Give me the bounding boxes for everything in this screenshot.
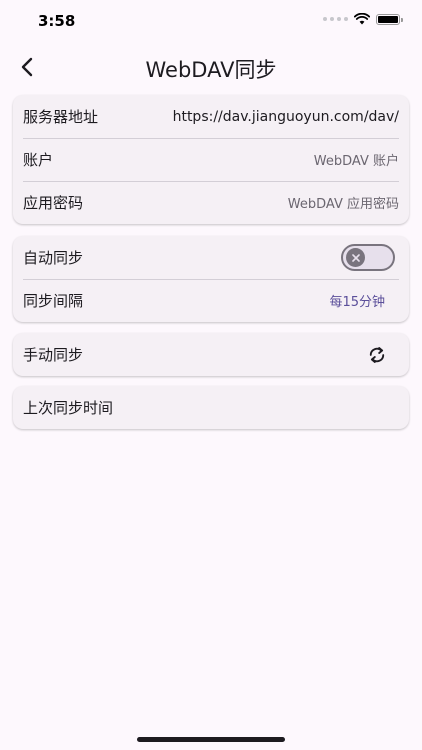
account-label: 账户 xyxy=(23,151,54,169)
server-address-row[interactable]: 服务器地址 https://dav.jianguoyun.com/dav/ xyxy=(13,95,409,138)
close-icon xyxy=(351,253,360,262)
server-address-input[interactable]: https://dav.jianguoyun.com/dav/ xyxy=(173,109,399,125)
app-password-label: 应用密码 xyxy=(23,194,84,212)
status-bar: 3:58 xyxy=(0,0,422,44)
app-password-input[interactable]: WebDAV 应用密码 xyxy=(288,193,399,212)
wifi-icon xyxy=(354,13,370,25)
account-row[interactable]: 账户 WebDAV 账户 xyxy=(13,138,409,181)
auto-sync-label: 自动同步 xyxy=(23,249,84,267)
app-bar: WebDAV同步 xyxy=(0,44,422,90)
sync-interval-label: 同步间隔 xyxy=(23,292,84,310)
sync-interval-value[interactable]: 每15分钟 xyxy=(329,291,385,310)
auto-sync-row[interactable]: 自动同步 xyxy=(13,236,409,279)
signal-icon xyxy=(323,17,348,21)
auto-sync-card: 自动同步 同步间隔 每15分钟 xyxy=(13,236,409,322)
last-sync-card: 上次同步时间 xyxy=(13,386,409,429)
home-indicator xyxy=(137,737,285,742)
manual-sync-card: 手动同步 xyxy=(13,333,409,376)
server-settings-card: 服务器地址 https://dav.jianguoyun.com/dav/ 账户… xyxy=(13,95,409,224)
app-password-row[interactable]: 应用密码 WebDAV 应用密码 xyxy=(13,181,409,224)
sync-button[interactable] xyxy=(365,343,389,367)
last-sync-row: 上次同步时间 xyxy=(13,386,409,429)
account-input[interactable]: WebDAV 账户 xyxy=(314,150,399,169)
battery-icon xyxy=(376,13,403,25)
status-time: 3:58 xyxy=(38,12,76,30)
server-address-label: 服务器地址 xyxy=(23,108,99,126)
manual-sync-row[interactable]: 手动同步 xyxy=(13,333,409,376)
page-title: WebDAV同步 xyxy=(145,58,277,82)
status-icons xyxy=(323,13,403,25)
sync-interval-row[interactable]: 同步间隔 每15分钟 xyxy=(13,279,409,322)
last-sync-label: 上次同步时间 xyxy=(23,399,114,417)
toggle-thumb xyxy=(346,248,365,267)
auto-sync-toggle[interactable] xyxy=(341,244,395,271)
manual-sync-label: 手动同步 xyxy=(23,346,84,364)
sync-icon xyxy=(369,346,385,363)
